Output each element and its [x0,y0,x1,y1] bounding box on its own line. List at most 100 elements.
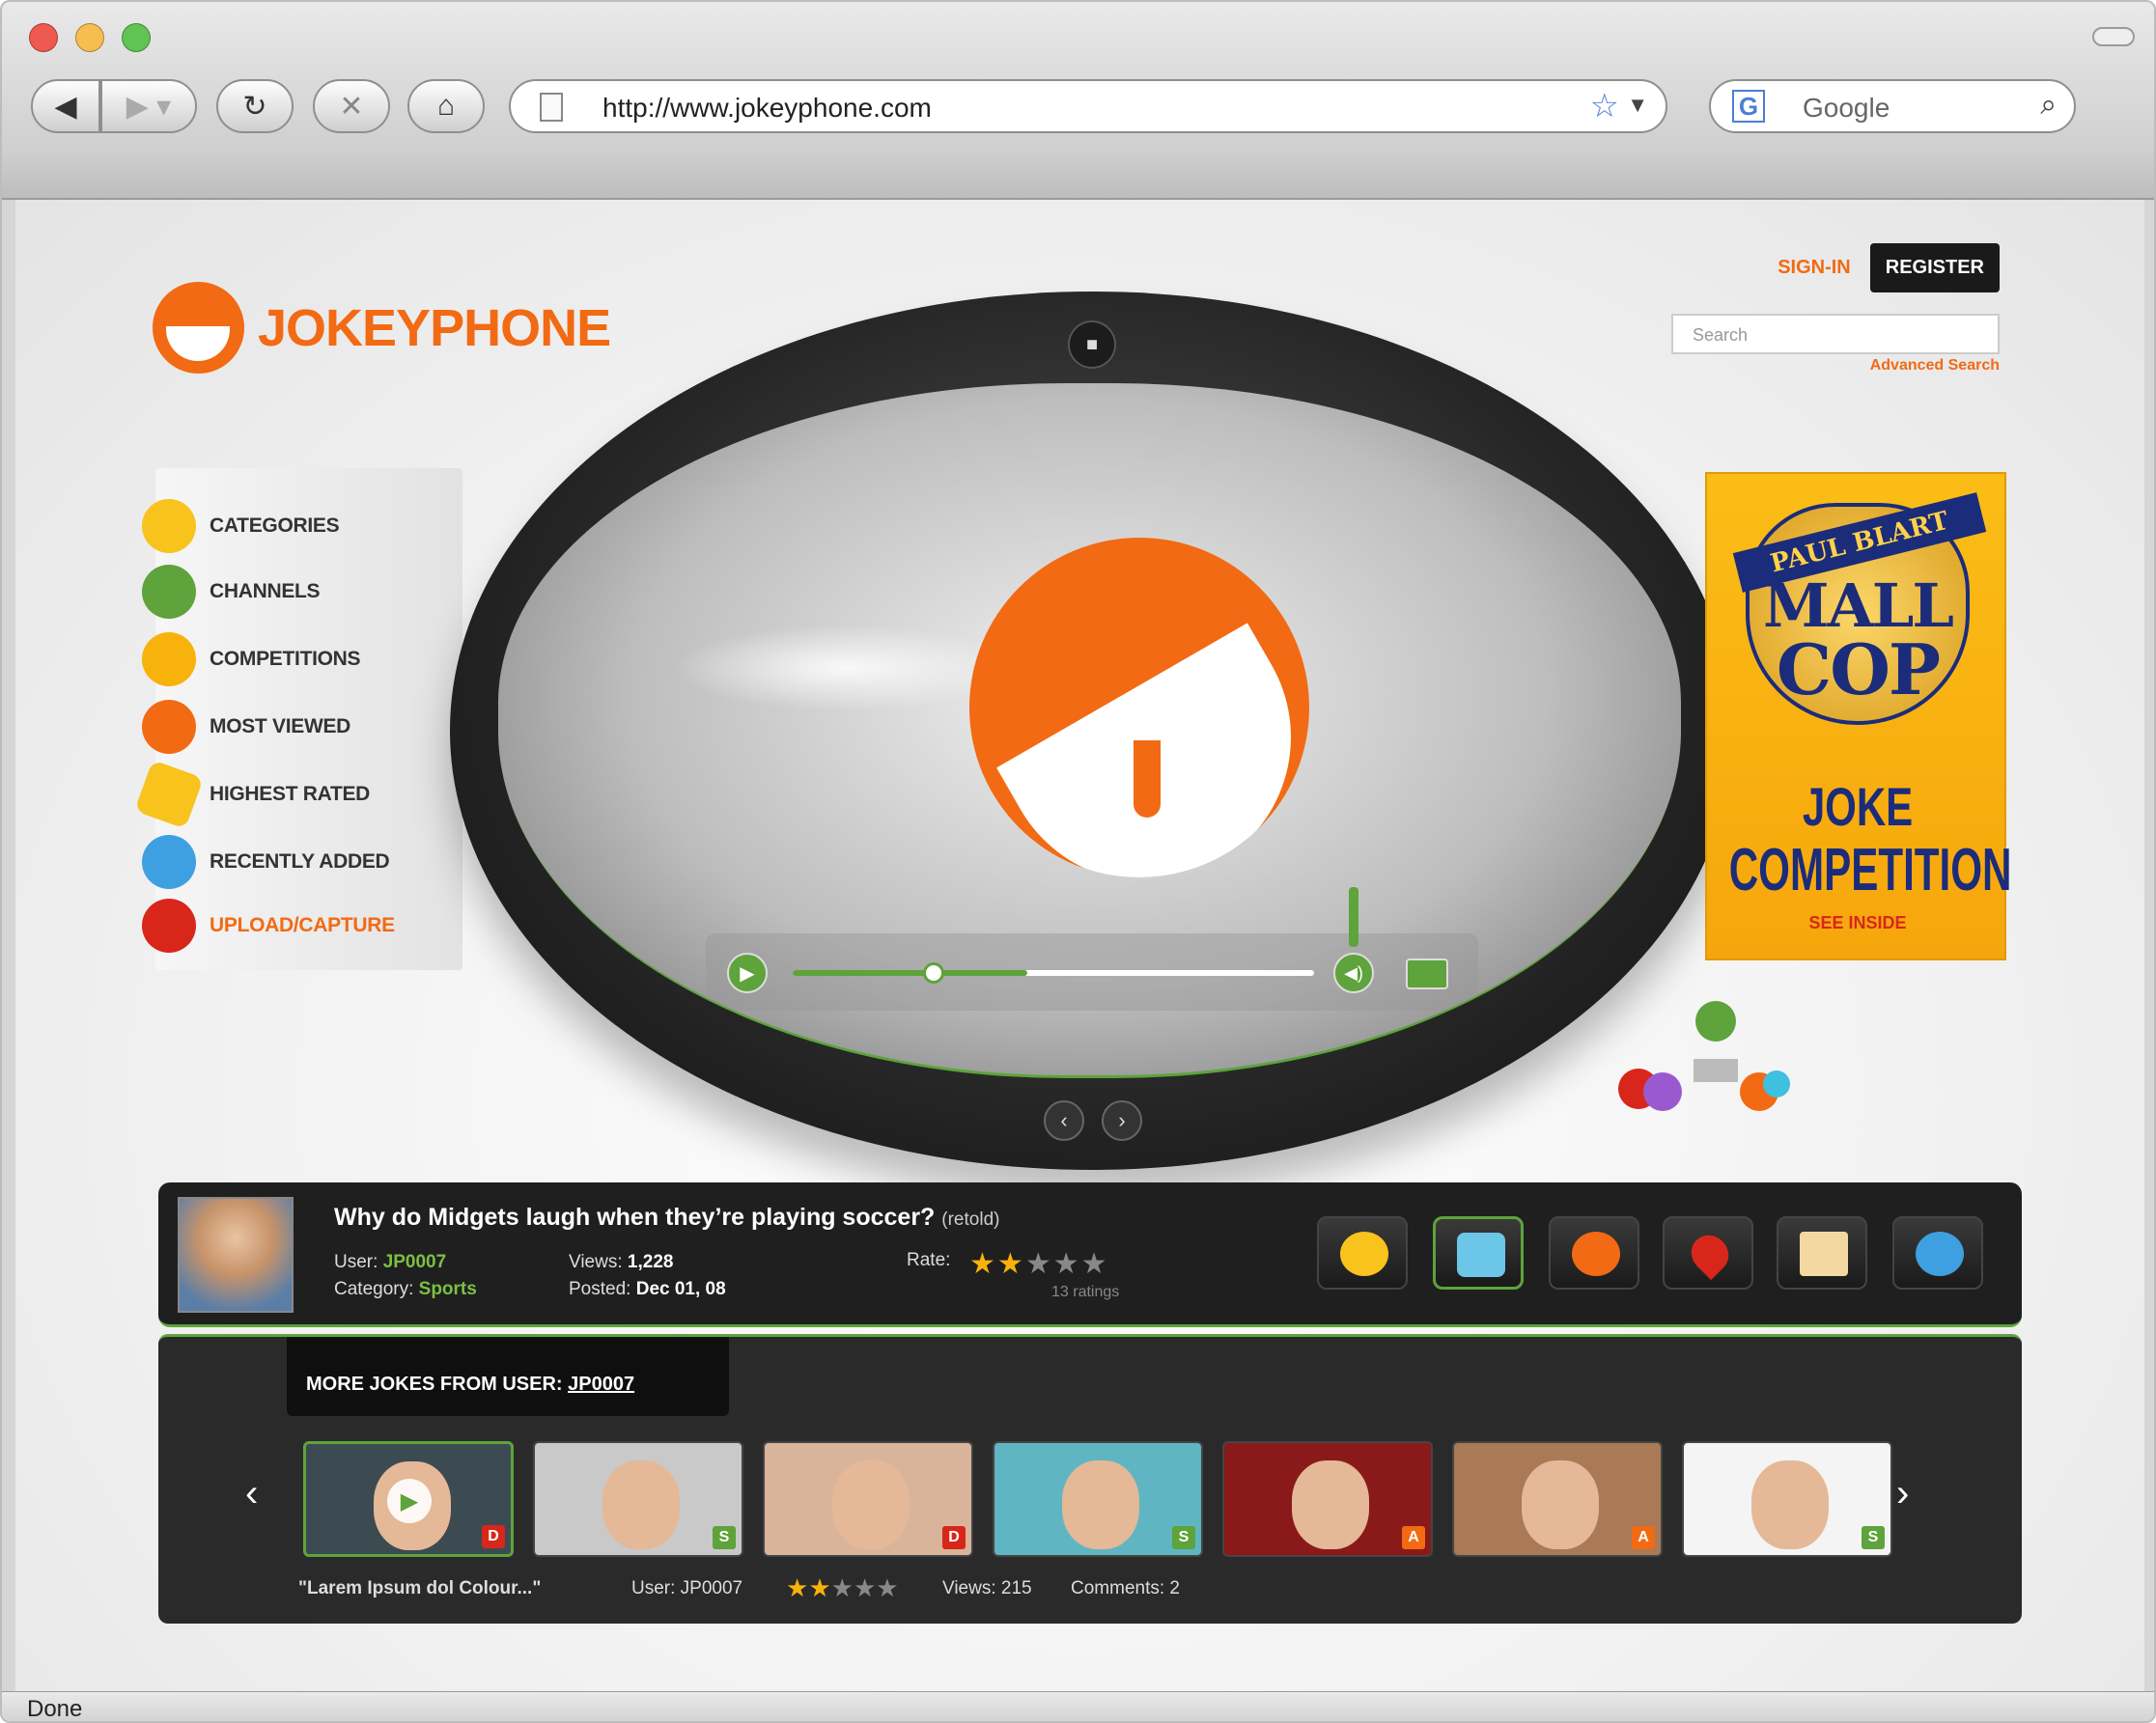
video-logo-icon [969,538,1309,877]
progress-handle[interactable] [923,962,944,984]
star-empty-icon[interactable]: ★ [1025,1248,1053,1280]
joke-thumbnail[interactable]: ▶ D [303,1441,514,1557]
video-player: ■ ▶ ◀) ‹ › [450,292,1734,1170]
page-content: JOKEYPHONE SIGN-IN REGISTER Search Advan… [15,200,2144,1691]
camera-icon[interactable]: ■ [1068,320,1116,369]
plus-icon [142,835,196,889]
advanced-search-link[interactable]: Advanced Search [1870,357,2000,375]
register-button[interactable]: REGISTER [1869,243,2000,292]
joke-thumbnail[interactable]: S [993,1441,1203,1557]
star-filled-icon[interactable]: ★ [808,1573,830,1602]
menu-label: CHANNELS [210,580,321,602]
star-empty-icon[interactable]: ★ [1053,1248,1081,1280]
advert-banner[interactable]: PAUL BLART MALL COP JOKE COMPETITION SEE… [1705,472,2012,960]
carousel-next-icon[interactable]: › [1896,1472,1909,1515]
bookmark-star-icon[interactable]: ☆ [1590,87,1619,125]
user-link[interactable]: JP0007 [383,1252,447,1272]
community-icon[interactable] [1618,1001,1811,1126]
main-menu: CATEGORIES CHANNELS COMPETITIONS MOST VI… [134,468,462,970]
menu-item-categories[interactable]: CATEGORIES [142,497,340,555]
more-title-user-link[interactable]: JP0007 [568,1374,634,1395]
forward-icon: ▶ ▾ [126,90,172,123]
progress-fill [793,970,1027,976]
browser-toolbar: ◀ ▶ ▾ ↻ ✕ ⌂ http://www.jokeyphone.com ☆ … [2,2,2154,152]
category-link[interactable]: Sports [419,1279,477,1299]
volume-slider[interactable] [1349,887,1358,947]
star-empty-icon[interactable]: ★ [831,1573,854,1602]
toolbar-toggle-icon[interactable] [2092,27,2135,46]
menu-item-highest-rated[interactable]: HIGHEST RATED [134,760,370,829]
google-icon[interactable]: G [1732,90,1765,123]
home-button[interactable]: ⌂ [407,79,485,133]
volume-button[interactable]: ◀) [1333,953,1374,993]
tv-button[interactable] [1433,1216,1524,1290]
minimize-window-icon[interactable] [75,23,104,52]
joke-title-text: Why do Midgets laugh when they’re playin… [334,1204,936,1231]
thumbnail-face [1292,1460,1369,1549]
video-screen[interactable]: ▶ ◀) [498,383,1681,1078]
stop-button[interactable]: ✕ [313,79,390,133]
joke-title: Why do Midgets laugh when they’re playin… [334,1204,999,1232]
back-button[interactable]: ◀ [31,79,100,133]
categories-icon [142,499,196,553]
star-filled-icon[interactable]: ★ [786,1573,808,1602]
fullscreen-button[interactable] [1406,959,1448,989]
url-dropdown-icon[interactable]: ▼ [1627,93,1648,118]
user-meta: User: JP0007 [334,1252,446,1273]
star-filled-icon[interactable]: ★ [997,1248,1025,1280]
joke-thumbnail[interactable]: S [533,1441,743,1557]
star-icon [134,760,204,829]
joke-thumbnail[interactable]: A [1222,1441,1433,1557]
address-bar[interactable]: http://www.jokeyphone.com ☆ ▼ [509,79,1667,133]
play-icon[interactable]: ▶ [387,1479,432,1523]
site-search-input[interactable]: Search [1671,314,2000,354]
star-filled-icon[interactable]: ★ [969,1248,997,1280]
send-button[interactable] [1777,1216,1867,1290]
avatar[interactable] [178,1197,294,1313]
star-empty-icon[interactable]: ★ [876,1573,898,1602]
back-icon: ◀ [54,90,77,123]
browser-search-field[interactable]: G Google ⌕ [1709,79,2076,133]
menu-item-upload-capture[interactable]: UPLOAD/CAPTURE [142,897,395,955]
star-empty-icon[interactable]: ★ [854,1573,876,1602]
reload-button[interactable]: ↻ [216,79,294,133]
volume-icon: ◀) [1344,962,1363,983]
share-icon [1340,1232,1388,1276]
reload-icon: ↻ [242,90,267,123]
joke-thumbnail[interactable]: S [1682,1441,1892,1557]
more-jokes-panel: MORE JOKES FROM USER: JP0007 ‹ › ▶ D S D S A A… [158,1334,2022,1624]
carousel-prev-icon[interactable]: ‹ [245,1472,258,1515]
posted-value: Dec 01, 08 [635,1279,726,1299]
menu-item-most-viewed[interactable]: MOST VIEWED [142,698,350,756]
menu-item-recently-added[interactable]: RECENTLY ADDED [142,833,390,891]
star-empty-icon[interactable]: ★ [1081,1248,1109,1280]
friends-icon [1916,1232,1964,1276]
favorite-add-button[interactable] [1663,1216,1753,1290]
close-window-icon[interactable] [29,23,58,52]
joke-thumbnail[interactable]: A [1452,1441,1663,1557]
friends-button[interactable] [1892,1216,1983,1290]
prev-icon: ‹ [1060,1108,1068,1132]
prev-button[interactable]: ‹ [1044,1100,1084,1141]
play-button[interactable]: ▶ [727,953,768,993]
rating-stars[interactable]: ★★★★★ [969,1247,1109,1281]
selected-joke-title[interactable]: "Larem Ipsum dol Colour..." [298,1578,541,1599]
site-logo[interactable]: JOKEYPHONE [153,282,611,374]
sign-in-link[interactable]: SIGN-IN [1778,257,1851,279]
share-button[interactable] [1317,1216,1408,1290]
comment-button[interactable] [1549,1216,1639,1290]
menu-item-competitions[interactable]: COMPETITIONS [142,630,361,688]
category-badge: D [482,1525,505,1548]
zoom-window-icon[interactable] [122,23,151,52]
next-button[interactable]: › [1102,1100,1142,1141]
url-text[interactable]: http://www.jokeyphone.com [602,93,932,124]
menu-item-channels[interactable]: CHANNELS [142,563,321,621]
selected-joke-views: Views: 215 [942,1578,1032,1598]
joke-thumbnail[interactable]: D [763,1441,973,1557]
search-icon[interactable]: ⌕ [2040,89,2057,122]
category-meta: Category: Sports [334,1279,477,1300]
ad-line: COMPETITION [1728,837,2012,903]
comment-icon [1572,1232,1620,1276]
forward-button[interactable]: ▶ ▾ [100,79,197,133]
progress-bar[interactable] [793,962,1314,984]
